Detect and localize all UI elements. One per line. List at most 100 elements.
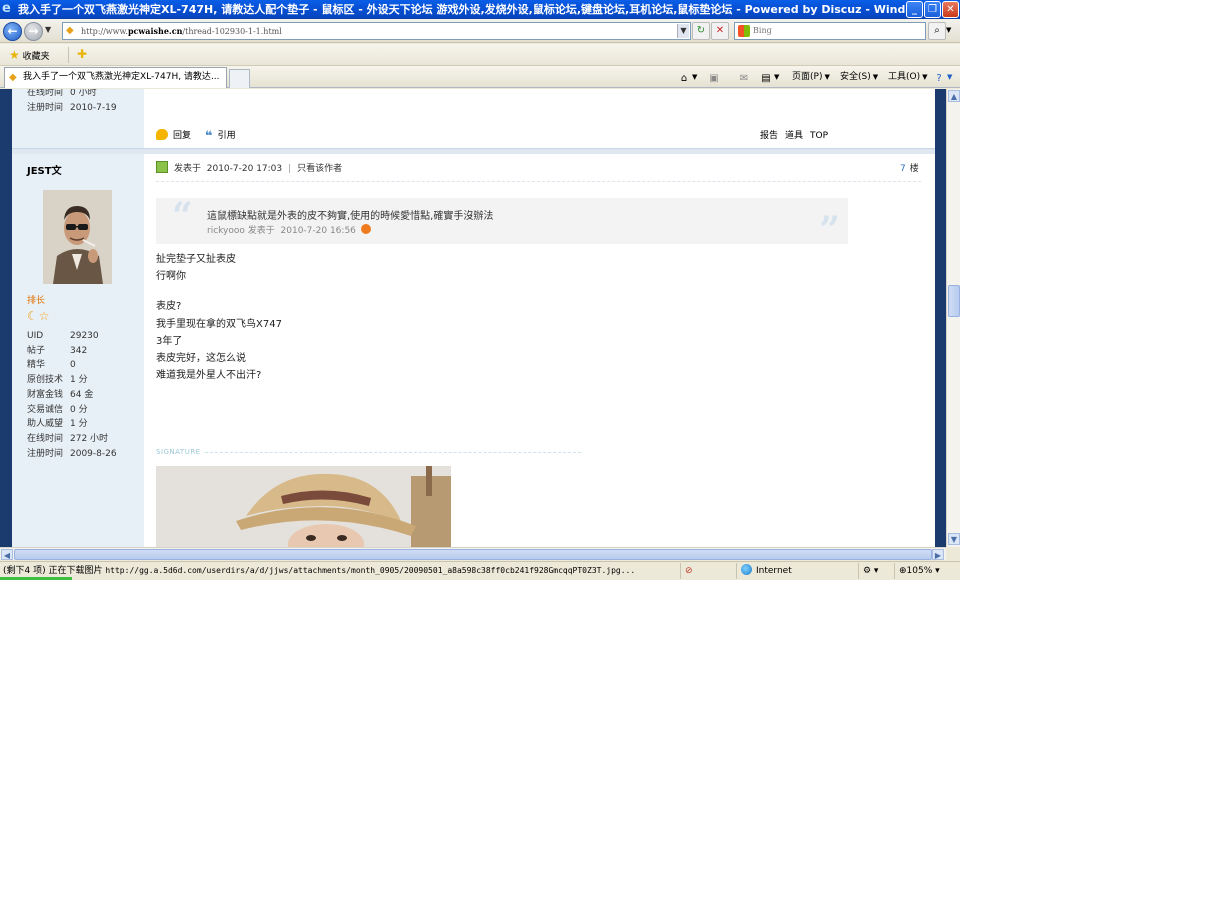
print-icon: ▤ xyxy=(761,73,771,84)
rss-icon: ▣ xyxy=(709,73,719,84)
help-menu[interactable]: ? ▼ xyxy=(933,69,952,85)
mail-button[interactable]: ✉ xyxy=(738,69,750,85)
user-stat-value: 2009-8-26 xyxy=(70,449,117,459)
body-line: 难道我是外星人不出汗? xyxy=(156,370,262,381)
scroll-right-icon[interactable]: ▶ xyxy=(932,549,944,560)
prev-online-time: 在线时间 0 小时 xyxy=(27,89,97,98)
user-stat-label: 注册时间 xyxy=(27,449,64,459)
user-stat-row: 帖子 342 xyxy=(27,344,87,358)
security-zone[interactable]: Internet xyxy=(736,563,856,579)
search-field[interactable]: Bing xyxy=(734,22,926,40)
user-stat-value: 0 xyxy=(70,360,76,370)
forum-frame-right xyxy=(935,89,946,547)
scroll-up-icon[interactable]: ▲ xyxy=(948,90,960,102)
user-stat-value: 1 分 xyxy=(70,375,88,385)
body-line: 我手里现在拿的双飞鸟X747 xyxy=(156,319,282,330)
address-url[interactable]: http://www.pcwaishe.cn/thread-102930-1-1… xyxy=(81,23,282,40)
restore-button[interactable]: ❐ xyxy=(924,1,941,18)
user-stat-row: 在线时间 272 小时 xyxy=(27,432,108,446)
post-separator xyxy=(12,148,935,154)
window-title: 我入手了一个双飞燕激光神定XL-747H, 请教达人配个垫子 - 鼠标区 - 外… xyxy=(18,3,906,16)
download-progress xyxy=(0,577,72,580)
feeds-button[interactable]: ▣ xyxy=(708,69,720,85)
vertical-scrollbar[interactable]: ▲ ▼ xyxy=(946,89,960,547)
user-stat-row: 注册时间 2009-8-26 xyxy=(27,447,117,461)
scroll-down-icon[interactable]: ▼ xyxy=(948,533,960,545)
reply-bubble-icon xyxy=(156,129,168,140)
post-actions: 报告 道具 TOP xyxy=(753,129,828,143)
new-tab-button[interactable] xyxy=(229,69,250,88)
horizontal-scroll-thumb[interactable] xyxy=(14,549,932,560)
stop-icon[interactable]: ✕ xyxy=(711,22,729,40)
avatar[interactable] xyxy=(43,190,112,284)
favorites-bar: ★ 收藏夹 ✚ xyxy=(0,44,960,66)
quote-button[interactable]: ❝ 引用 xyxy=(205,129,236,143)
user-stat-label: 交易诚信 xyxy=(27,405,64,415)
body-line: 行啊你 xyxy=(156,271,186,282)
forum-frame-left xyxy=(0,89,12,547)
user-stat-label: 财富金钱 xyxy=(27,390,64,400)
zoom-level[interactable]: ⊕105% ▾ xyxy=(894,563,960,579)
reply-button[interactable]: 回复 xyxy=(156,129,191,143)
avatar-image xyxy=(43,190,112,284)
home-button[interactable]: ⌂ ▼ xyxy=(678,69,698,85)
forward-button[interactable]: → xyxy=(24,22,43,41)
print-button[interactable]: ▤ ▼ xyxy=(760,69,779,85)
address-dropdown-icon[interactable]: ▼ xyxy=(677,24,689,38)
floor-number[interactable]: 7楼 xyxy=(900,161,919,174)
top-link[interactable]: TOP xyxy=(810,131,828,141)
favorites-star-icon: ★ xyxy=(9,48,20,62)
signature-image xyxy=(156,466,451,547)
user-stat-row: UID 29230 xyxy=(27,329,99,343)
jump-to-post-icon[interactable] xyxy=(360,224,371,234)
body-line: 表皮完好，这怎么说 xyxy=(156,353,246,364)
search-icon[interactable]: ⌕ xyxy=(928,22,946,40)
search-options-dropdown-icon[interactable]: ▼ xyxy=(946,26,951,34)
minimize-button[interactable]: _ xyxy=(906,1,923,18)
history-dropdown-icon[interactable]: ▼ xyxy=(45,25,51,34)
ie-logo-icon: e xyxy=(2,1,11,16)
protected-mode-icon[interactable]: ⚙ ▾ xyxy=(858,563,894,579)
vertical-scroll-thumb[interactable] xyxy=(948,285,960,317)
user-stat-row: 交易诚信 0 分 xyxy=(27,403,88,417)
rank-stars-icon: ☾☆ xyxy=(27,309,51,323)
address-field[interactable]: ◆ http://www.pcwaishe.cn/thread-102930-1… xyxy=(62,22,691,40)
user-stat-label: 在线时间 xyxy=(27,434,64,444)
post-meta: 发表于 2010-7-20 17:03 | 只看该作者 xyxy=(156,161,342,175)
add-favorite-icon[interactable]: ✚ xyxy=(77,47,87,61)
horizontal-scrollbar[interactable]: ◀ ▶ xyxy=(0,547,946,560)
search-input[interactable]: Bing xyxy=(753,23,772,39)
title-bar: e 我入手了一个双飞燕激光神定XL-747H, 请教达人配个垫子 - 鼠标区 -… xyxy=(0,0,960,19)
scroll-left-icon[interactable]: ◀ xyxy=(1,549,13,560)
header-divider xyxy=(156,181,921,182)
only-author-link[interactable]: 只看该作者 xyxy=(297,164,342,174)
favorites-button[interactable]: ★ 收藏夹 xyxy=(9,47,50,63)
signature-divider xyxy=(205,452,581,453)
quote-open-icon: “ xyxy=(172,195,193,237)
refresh-icon[interactable]: ↻ xyxy=(692,22,710,40)
browser-window: e 我入手了一个双飞燕激光神定XL-747H, 请教达人配个垫子 - 鼠标区 -… xyxy=(0,0,960,580)
quote-block: “ ” 這鼠標缺點就是外表的皮不夠實,使用的時候愛惜點,確實手沒辦法 ricky… xyxy=(156,195,848,248)
quote-icon: ❝ xyxy=(205,129,213,144)
prev-register-date: 注册时间 2010-7-19 xyxy=(27,103,117,113)
close-button[interactable]: ✕ xyxy=(942,1,959,18)
report-link[interactable]: 报告 xyxy=(760,131,778,141)
post-time: 2010-7-20 17:03 xyxy=(206,164,283,174)
safety-menu[interactable]: 安全(S) ▼ xyxy=(840,69,878,85)
tools-link[interactable]: 道具 xyxy=(785,131,803,141)
help-icon: ? xyxy=(936,73,942,84)
tab-forum-thread[interactable]: ◆ 我入手了一个双飞燕激光神定XL-747H, 请教达... xyxy=(4,67,227,88)
popup-blocker-icon[interactable]: ⊘ xyxy=(680,563,736,579)
author-name[interactable]: JEST文 xyxy=(27,162,62,177)
back-button[interactable]: ← xyxy=(3,22,22,41)
user-stat-label: 精华 xyxy=(27,360,46,370)
user-stat-label: 帖子 xyxy=(27,346,46,356)
tools-menu[interactable]: 工具(O) ▼ xyxy=(888,69,928,85)
internet-zone-icon xyxy=(741,564,752,575)
page-menu[interactable]: 页面(P) ▼ xyxy=(792,69,830,85)
user-stat-row: 助人威望 1 分 xyxy=(27,417,88,431)
status-text: (剩下4 项) 正在下载图片 http://gg.a.5d6d.com/user… xyxy=(3,566,636,576)
tab-favicon-icon: ◆ xyxy=(9,72,17,83)
tab-row: ◆ 我入手了一个双飞燕激光神定XL-747H, 请教达... ⌂ ▼ ▣ ✉ ▤ ▼… xyxy=(0,66,960,88)
toolbar-separator xyxy=(68,47,69,63)
